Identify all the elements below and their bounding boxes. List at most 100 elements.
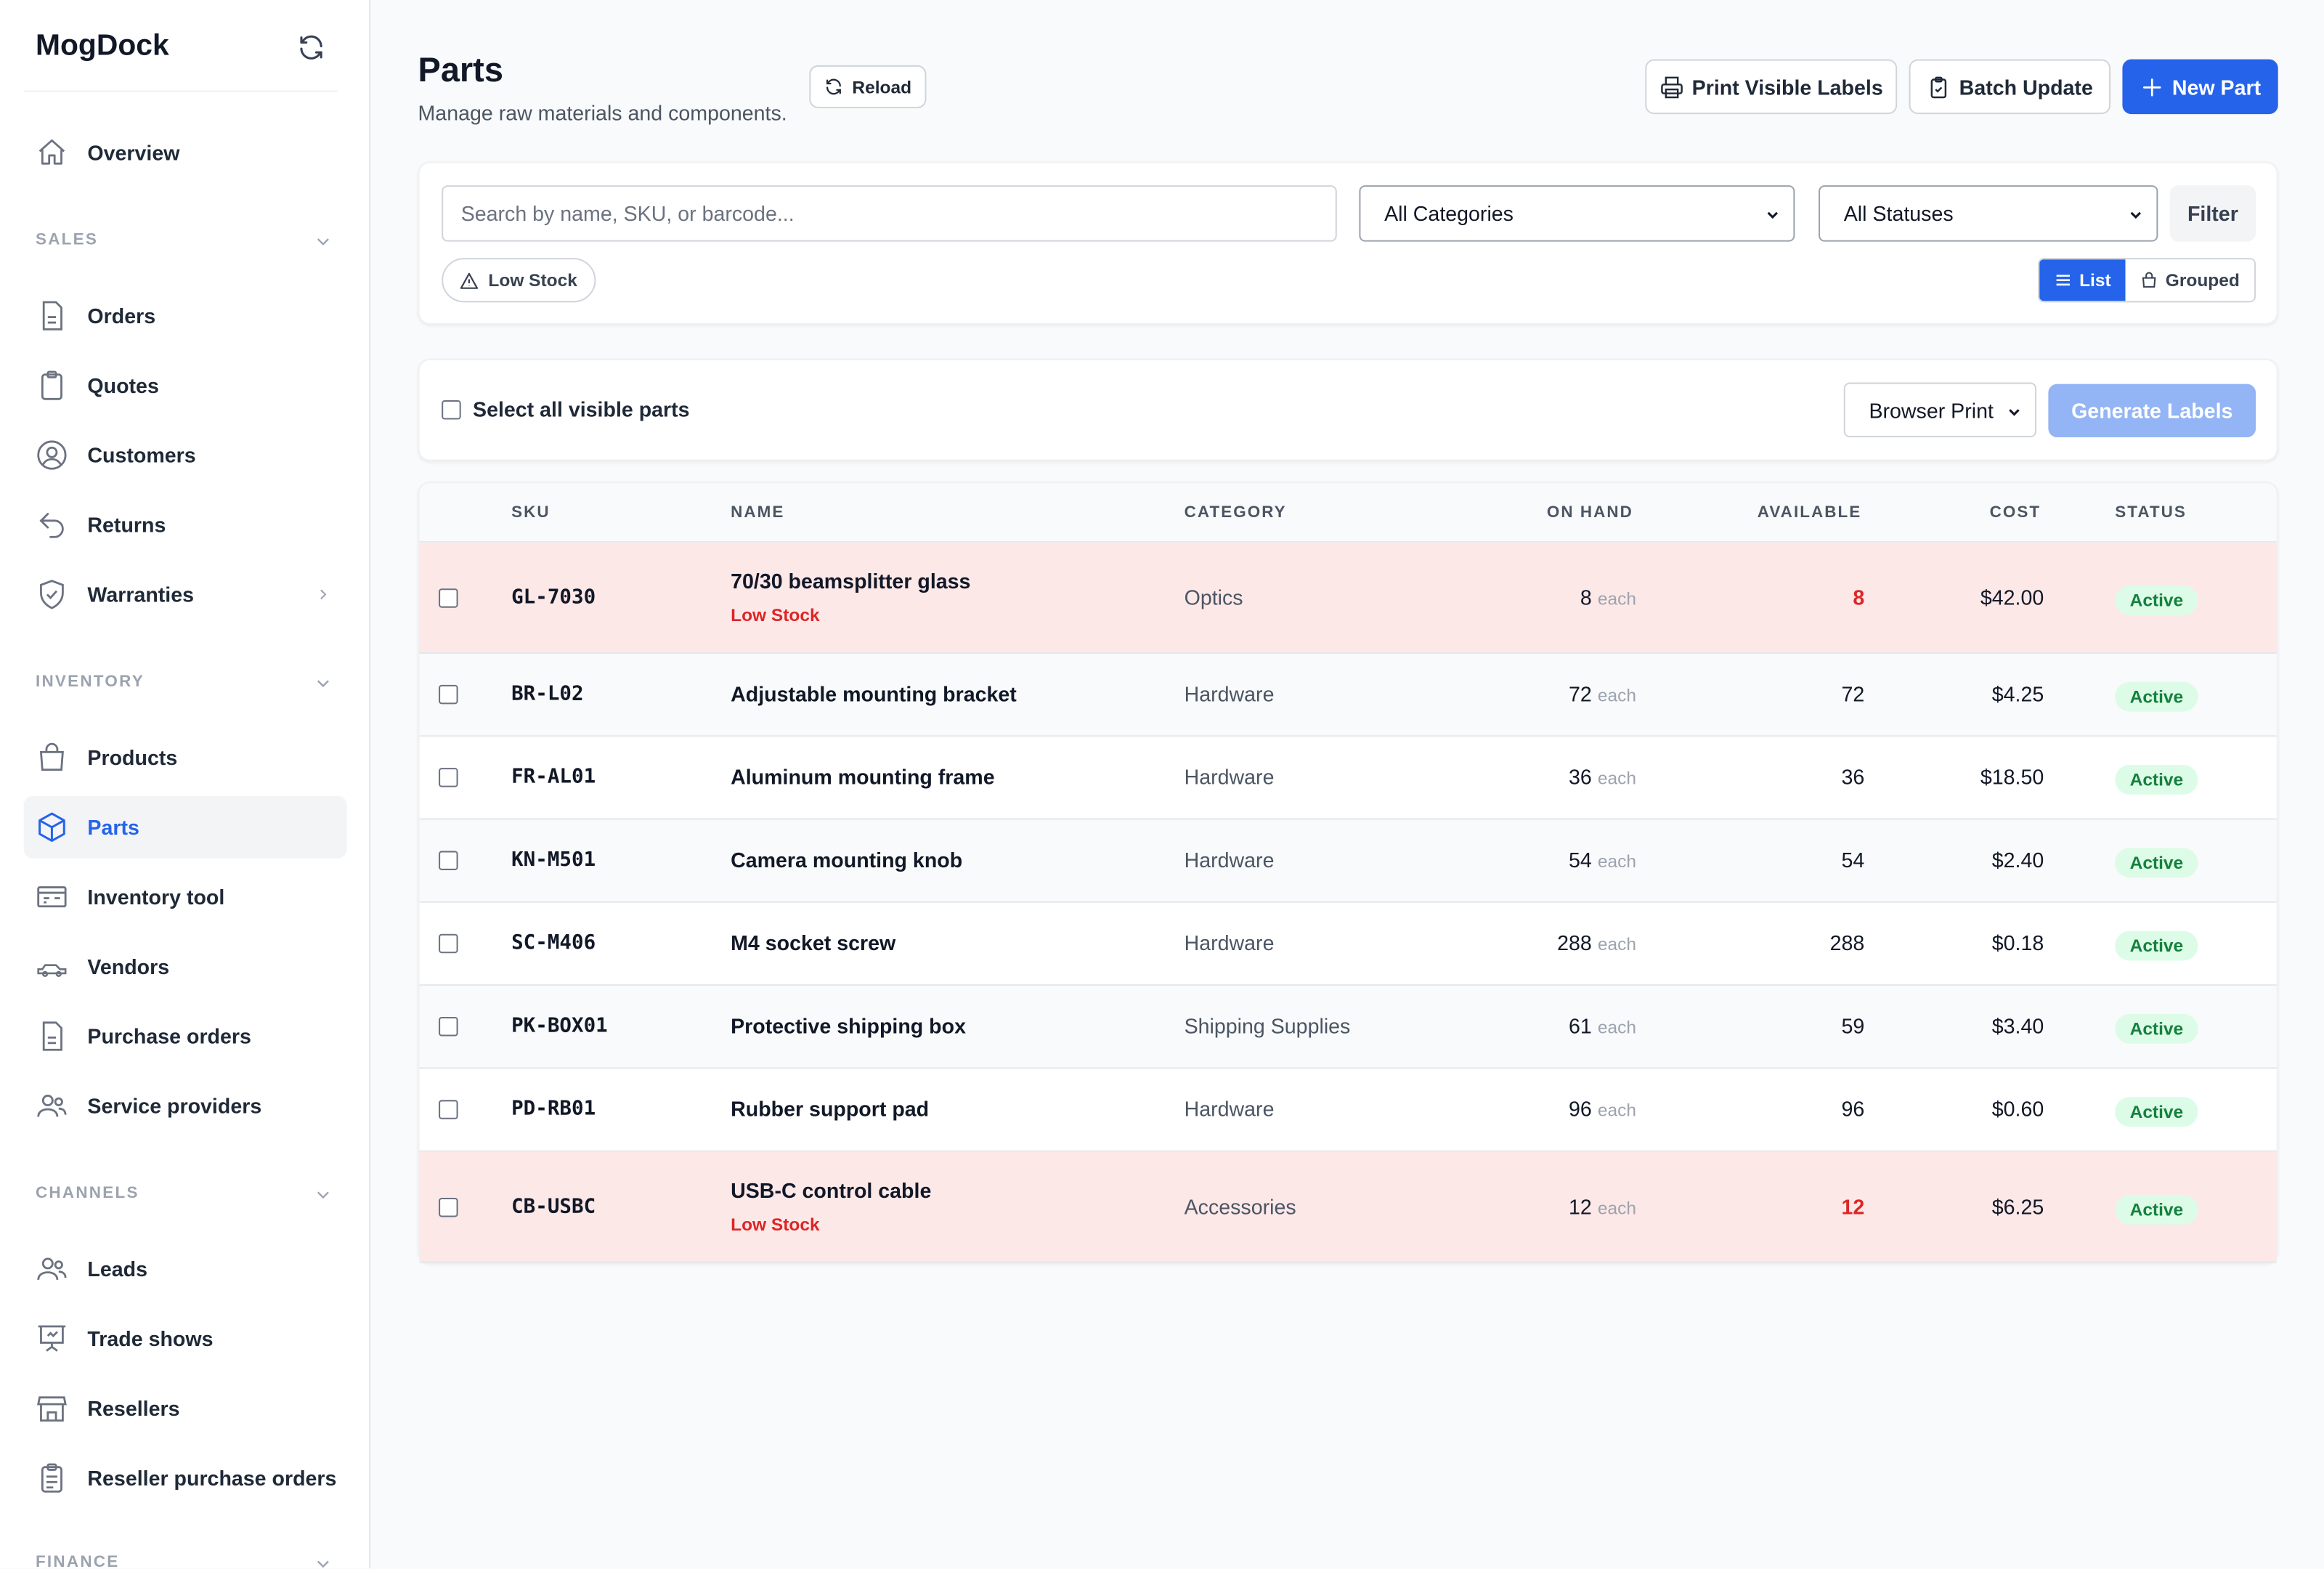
- sku-cell: SC-M406: [511, 931, 596, 955]
- print-visible-labels-label: Print Visible Labels: [1691, 75, 1883, 99]
- section-label-finance[interactable]: FINANCE: [36, 1554, 119, 1568]
- part-name-link[interactable]: Aluminum mounting frame: [731, 765, 995, 789]
- status-badge: Active: [2115, 931, 2198, 961]
- row-checkbox[interactable]: [439, 588, 458, 607]
- column-header-available[interactable]: AVAILABLE: [1713, 504, 1861, 522]
- part-name-link[interactable]: Rubber support pad: [731, 1097, 929, 1121]
- sidebar-item-parts[interactable]: Parts: [23, 795, 347, 859]
- part-name-link[interactable]: Camera mounting knob: [731, 848, 962, 872]
- category-cell: Accessories: [1184, 1193, 1296, 1218]
- sidebar-item-label: Parts: [87, 815, 139, 840]
- sidebar-item-returns[interactable]: Returns: [24, 494, 347, 556]
- cost-cell: $42.00: [1980, 585, 2044, 609]
- sidebar-item-trade-shows[interactable]: Trade shows: [24, 1308, 347, 1370]
- column-header-cost[interactable]: COST: [1893, 504, 2041, 522]
- print-mode-select[interactable]: Browser Print: [1843, 382, 2037, 438]
- column-header-category[interactable]: CATEGORY: [1185, 504, 1287, 522]
- category-cell: Hardware: [1184, 1097, 1275, 1121]
- sidebar-item-quotes[interactable]: Quotes: [24, 354, 347, 417]
- column-header-status[interactable]: STATUS: [2115, 504, 2187, 522]
- part-name-link[interactable]: M4 socket screw: [731, 931, 895, 955]
- view-grouped-button[interactable]: Grouped: [2125, 259, 2255, 301]
- column-header-name[interactable]: NAME: [731, 504, 784, 522]
- sidebar-item-label: Vendors: [87, 954, 170, 978]
- column-header-sku[interactable]: SKU: [511, 504, 550, 522]
- chevron-down-icon[interactable]: [313, 1554, 334, 1568]
- chevron-down-icon: [2005, 401, 2023, 418]
- sidebar-item-purchase-orders[interactable]: Purchase orders: [24, 1005, 347, 1068]
- new-part-button[interactable]: New Part: [2122, 59, 2278, 115]
- generate-labels-button[interactable]: Generate Labels: [2048, 384, 2256, 438]
- status-badge: Active: [2115, 1193, 2198, 1224]
- sidebar-item-label: Customers: [87, 443, 196, 467]
- chevron-down-icon[interactable]: [313, 673, 334, 694]
- sidebar-item-resellers[interactable]: Resellers: [24, 1377, 347, 1440]
- on-hand-cell: 288 each: [1444, 931, 1636, 955]
- generate-labels-label: Generate Labels: [2071, 398, 2233, 423]
- view-list-button[interactable]: List: [2039, 259, 2126, 301]
- batch-update-label: Batch Update: [1959, 75, 2093, 99]
- sidebar-item-leads[interactable]: Leads: [24, 1238, 347, 1300]
- document-icon: [36, 299, 68, 332]
- sidebar-item-overview[interactable]: Overview: [24, 121, 347, 184]
- sidebar-item-label: Resellers: [87, 1396, 180, 1421]
- sidebar-item-label: Overview: [87, 140, 180, 165]
- category-select[interactable]: All Categories: [1359, 185, 1795, 242]
- sidebar-item-products[interactable]: Products: [24, 726, 347, 789]
- sidebar-item-customers[interactable]: Customers: [24, 424, 347, 487]
- page-subtitle: Manage raw materials and components.: [418, 100, 787, 125]
- row-checkbox[interactable]: [439, 684, 458, 705]
- batch-update-button[interactable]: Batch Update: [1909, 59, 2111, 115]
- cost-cell: $18.50: [1980, 765, 2044, 789]
- row-checkbox[interactable]: [439, 768, 458, 787]
- on-hand-value: 96: [1568, 1097, 1592, 1121]
- list-icon: [2054, 271, 2071, 288]
- view-grouped-label: Grouped: [2165, 269, 2240, 291]
- bag-icon: [2140, 271, 2158, 288]
- part-name-link[interactable]: 70/30 beamsplitter glass: [731, 569, 970, 593]
- sidebar-item-orders[interactable]: Orders: [24, 285, 347, 347]
- sidebar-item-inventory-tool[interactable]: Inventory tool: [24, 866, 347, 928]
- refresh-icon[interactable]: [296, 33, 326, 62]
- search-placeholder: Search by name, SKU, or barcode...: [460, 201, 795, 226]
- row-checkbox[interactable]: [439, 851, 458, 870]
- row-checkbox[interactable]: [439, 1016, 458, 1037]
- refresh-icon: [824, 77, 844, 97]
- chevron-down-icon[interactable]: [313, 1185, 334, 1206]
- print-visible-labels-button[interactable]: Print Visible Labels: [1645, 59, 1898, 115]
- unit-label: each: [1597, 851, 1637, 872]
- truck-icon: [36, 950, 68, 983]
- sidebar-item-warranties[interactable]: Warranties: [24, 564, 347, 626]
- chevron-down-icon: [2127, 205, 2145, 222]
- section-label-inventory[interactable]: INVENTORY: [36, 673, 145, 691]
- part-name-link[interactable]: Adjustable mounting bracket: [731, 682, 1017, 706]
- section-label-sales[interactable]: SALES: [36, 231, 98, 248]
- reload-button[interactable]: Reload: [809, 65, 927, 108]
- sidebar-item-service-providers[interactable]: Service providers: [24, 1075, 347, 1138]
- on-hand-cell: 36 each: [1444, 765, 1636, 789]
- row-checkbox[interactable]: [439, 933, 458, 954]
- part-name-link[interactable]: Protective shipping box: [731, 1014, 966, 1038]
- section-label-channels[interactable]: CHANNELS: [36, 1185, 139, 1202]
- part-name-link[interactable]: USB-C control cable: [731, 1177, 931, 1201]
- select-all-label[interactable]: Select all visible parts: [473, 397, 690, 421]
- sidebar-item-label: Reseller purchase orders: [87, 1466, 337, 1491]
- chevron-down-icon[interactable]: [313, 231, 334, 252]
- status-select[interactable]: All Statuses: [1819, 185, 2158, 242]
- unit-label: each: [1597, 1016, 1637, 1038]
- sidebar-item-vendors[interactable]: Vendors: [24, 936, 347, 998]
- column-header-on-hand[interactable]: ON HAND: [1485, 504, 1633, 522]
- chevron-right-icon: [314, 584, 332, 601]
- app-logo[interactable]: MogDock: [36, 30, 169, 64]
- row-checkbox[interactable]: [439, 1100, 458, 1119]
- select-all-checkbox[interactable]: [442, 400, 461, 420]
- cost-cell: $0.60: [1991, 1097, 2044, 1121]
- search-input[interactable]: Search by name, SKU, or barcode...: [442, 185, 1337, 242]
- sidebar-item-reseller-purchase-orders[interactable]: Reseller purchase orders: [24, 1447, 347, 1509]
- status-select-value: All Statuses: [1843, 201, 1954, 226]
- filter-button[interactable]: Filter: [2169, 185, 2256, 242]
- available-cell: 72: [1841, 681, 1865, 706]
- sidebar-item-label: Purchase orders: [87, 1024, 251, 1048]
- low-stock-toggle[interactable]: Low Stock: [442, 258, 596, 303]
- row-checkbox[interactable]: [439, 1196, 458, 1217]
